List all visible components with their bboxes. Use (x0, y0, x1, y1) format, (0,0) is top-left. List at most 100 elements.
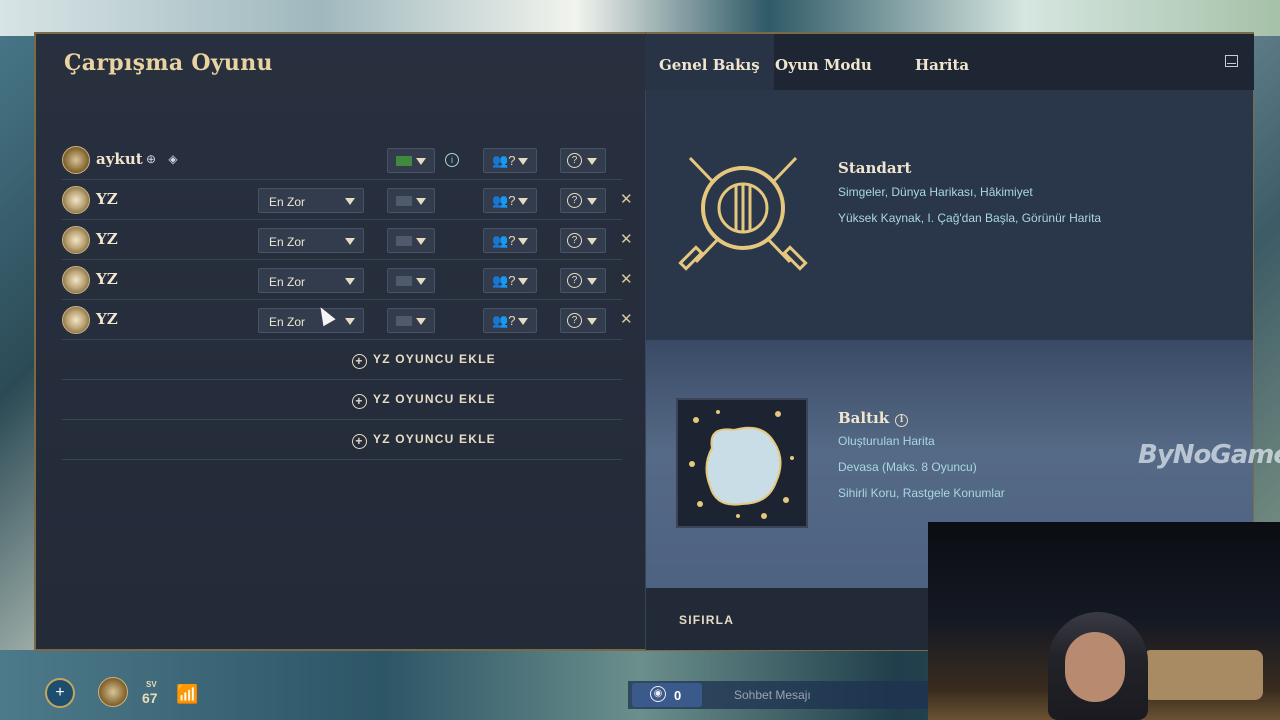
help-icon: ? (567, 153, 582, 168)
color-dropdown[interactable] (387, 268, 435, 293)
player-name: YZ (96, 310, 118, 328)
add-ai-row: + YZ OYUNCU EKLE (62, 420, 622, 460)
chevron-down-icon (587, 278, 597, 285)
add-ai-button[interactable]: + YZ OYUNCU EKLE (352, 392, 496, 409)
help-icon: ? (567, 193, 582, 208)
add-ai-button[interactable]: + YZ OYUNCU EKLE (352, 352, 496, 369)
team-dropdown[interactable]: 👥? (483, 148, 537, 173)
flag-icon (396, 196, 412, 206)
flag-icon (396, 276, 412, 286)
minimize-icon[interactable] (1225, 55, 1238, 67)
team-icon: 👥? (492, 193, 516, 208)
chevron-down-icon (416, 238, 426, 245)
player-name: YZ (96, 190, 118, 208)
difficulty-dropdown[interactable]: En Zor (258, 308, 364, 333)
game-mode-line1: Simgeler, Dünya Harikası, Hâkimiyet (838, 185, 1033, 199)
webcam-couch (1143, 650, 1263, 700)
ai-avatar (62, 266, 90, 294)
remove-player-icon[interactable]: ✕ (620, 310, 633, 328)
player-row-ai: YZ En Zor 👥? ? ✕ (62, 220, 633, 260)
color-dropdown[interactable] (387, 228, 435, 253)
player-row-ai: YZ En Zor 👥? ? ✕ (62, 260, 633, 300)
chevron-down-icon (345, 198, 355, 205)
add-button[interactable]: + (45, 678, 75, 708)
chevron-down-icon (518, 318, 528, 325)
chevron-down-icon (518, 238, 528, 245)
color-dropdown[interactable] (387, 188, 435, 213)
tab-map[interactable]: Harita (901, 34, 983, 90)
webcam-overlay (928, 522, 1280, 720)
chevron-down-icon (518, 278, 528, 285)
tag-icon[interactable]: ◈ (166, 152, 180, 166)
civ-dropdown[interactable]: ? (560, 188, 606, 213)
player-row-host: aykut ⊕ ◈ i 👥? ? (62, 140, 622, 180)
color-dropdown[interactable] (387, 148, 435, 173)
chevron-down-icon (345, 278, 355, 285)
ai-avatar (62, 306, 90, 334)
chevron-down-icon (416, 158, 426, 165)
help-icon: ? (567, 233, 582, 248)
help-icon: ? (567, 273, 582, 288)
team-dropdown[interactable]: 👥? (483, 228, 537, 253)
civ-dropdown[interactable]: ? (560, 268, 606, 293)
wifi-icon: 📶 (176, 684, 199, 704)
chat-input[interactable]: Sohbet Mesajı (734, 688, 811, 702)
crossed-swords-shield-icon (678, 156, 808, 271)
team-dropdown[interactable]: 👥? (483, 188, 537, 213)
civ-dropdown[interactable]: ? (560, 228, 606, 253)
add-ai-button[interactable]: + YZ OYUNCU EKLE (352, 432, 496, 449)
team-icon: 👥? (492, 313, 516, 328)
users-icon: ◉ (650, 686, 666, 702)
difficulty-dropdown[interactable]: En Zor (258, 188, 364, 213)
team-dropdown[interactable]: 👥? (483, 308, 537, 333)
plus-icon: + (352, 434, 367, 449)
info-icon[interactable]: i (895, 414, 909, 427)
flag-icon (396, 316, 412, 326)
flag-icon (396, 156, 412, 166)
add-ai-row: + YZ OYUNCU EKLE (62, 340, 622, 380)
map-thumbnail[interactable] (676, 398, 808, 528)
player-name: YZ (96, 270, 118, 288)
remove-player-icon[interactable]: ✕ (620, 270, 633, 288)
tab-game-mode[interactable]: Oyun Modu (761, 34, 886, 90)
chevron-down-icon (587, 198, 597, 205)
lobby-title: Çarpışma Oyunu (64, 50, 273, 76)
plus-icon: + (352, 394, 367, 409)
chat-count: 0 (674, 688, 682, 703)
background-top (0, 0, 1280, 36)
chevron-down-icon (587, 158, 597, 165)
remove-player-icon[interactable]: ✕ (620, 190, 633, 208)
globe-icon[interactable]: ⊕ (144, 152, 158, 166)
civ-dropdown[interactable]: ? (560, 308, 606, 333)
sv-value: 67 (142, 690, 158, 706)
team-icon: 👥? (492, 233, 516, 248)
map-line3: Sihirli Koru, Rastgele Konumlar (838, 486, 1005, 500)
help-icon: ? (567, 313, 582, 328)
remove-player-icon[interactable]: ✕ (620, 230, 633, 248)
map-title: Baltık i (838, 409, 909, 427)
player-avatar[interactable] (62, 146, 90, 174)
team-dropdown[interactable]: 👥? (483, 268, 537, 293)
player-row-ai: YZ En Zor 👥? ? ✕ (62, 180, 633, 220)
chevron-down-icon (518, 198, 528, 205)
profile-avatar[interactable] (98, 677, 128, 707)
chevron-down-icon (345, 318, 355, 325)
color-dropdown[interactable] (387, 308, 435, 333)
chevron-down-icon (416, 318, 426, 325)
sv-label: SV (146, 680, 157, 689)
chevron-down-icon (345, 238, 355, 245)
plus-icon: + (352, 354, 367, 369)
chat-user-count[interactable] (632, 683, 702, 707)
ai-avatar (62, 186, 90, 214)
settings-tabs: Genel Bakış Oyun Modu Harita (645, 34, 1254, 90)
team-icon: 👥? (492, 153, 516, 168)
player-name: YZ (96, 230, 118, 248)
reset-button[interactable]: SIFIRLA (679, 613, 734, 627)
civ-dropdown[interactable]: ? (560, 148, 606, 173)
difficulty-dropdown[interactable]: En Zor (258, 268, 364, 293)
difficulty-dropdown[interactable]: En Zor (258, 228, 364, 253)
ai-avatar (62, 226, 90, 254)
chevron-down-icon (587, 238, 597, 245)
tab-overview[interactable]: Genel Bakış (645, 34, 774, 90)
info-icon[interactable]: i (445, 153, 459, 167)
